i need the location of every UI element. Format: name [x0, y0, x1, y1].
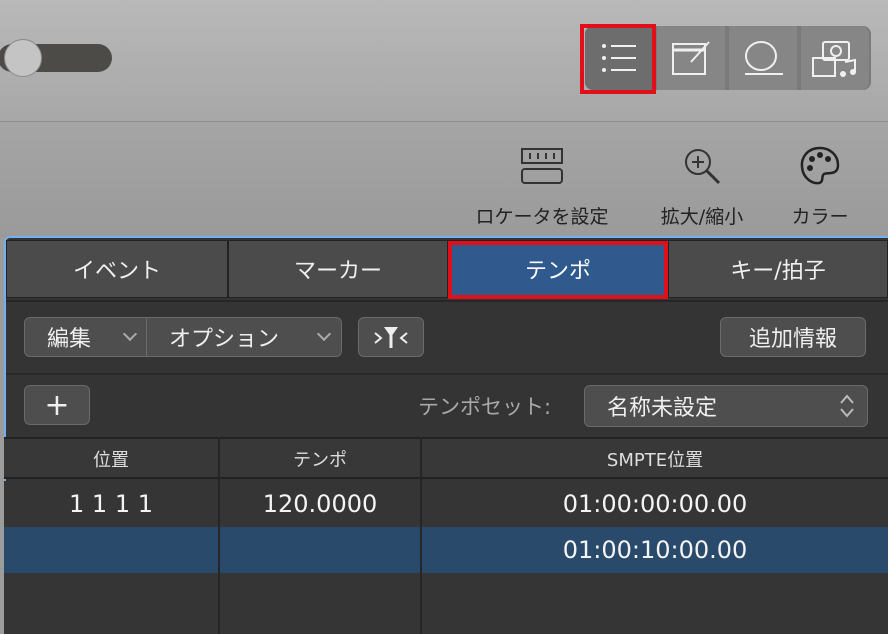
tab-key-signature[interactable]: キー/拍子 [668, 240, 888, 298]
loop-icon [745, 41, 783, 75]
table-row[interactable]: 1 1 1 1 120.0000 01:00:00:00.00 [4, 481, 888, 527]
chevron-down-icon [316, 326, 332, 342]
note-pad-button[interactable] [657, 26, 725, 90]
filter-button[interactable] [358, 317, 424, 357]
color-label: カラー [791, 206, 849, 228]
column-header-position[interactable]: 位置 [4, 439, 218, 479]
edit-menu-label: 編集 [47, 327, 92, 352]
cell-smpte[interactable]: 01:00:10:00.00 [422, 527, 888, 573]
editor-tabs: イベント マーカー テンポ キー/拍子 [6, 240, 888, 298]
zoom-icon [685, 149, 721, 185]
plus-icon: + [44, 387, 70, 423]
locator-icon [521, 148, 563, 184]
column-divider [420, 437, 422, 634]
filter-icon [374, 327, 408, 348]
highlight-tempo-tab [448, 241, 668, 299]
tempo-set-label: テンポセット: [418, 395, 552, 419]
cell-position[interactable]: 1 1 1 1 [4, 481, 218, 527]
tab-markers[interactable]: マーカー [228, 240, 448, 298]
divider [6, 373, 888, 375]
cell-position[interactable] [4, 527, 218, 573]
highlight-list-button [580, 24, 656, 94]
note-pad-icon [672, 41, 710, 75]
media-browser-button[interactable] [801, 26, 869, 90]
cell-tempo[interactable] [220, 527, 420, 573]
cell-smpte[interactable]: 01:00:00:00.00 [422, 481, 888, 527]
zoom-tool[interactable]: 拡大/縮小 [654, 140, 750, 229]
tab-events[interactable]: イベント [6, 240, 228, 298]
palette-icon [800, 146, 840, 185]
stepper-arrows-icon [840, 394, 854, 418]
tempo-list-table: 位置 テンポ SMPTE位置 1 1 1 1 120.0000 01:00:00… [4, 437, 888, 634]
column-divider [218, 437, 220, 634]
color-tool[interactable]: カラー [782, 140, 858, 229]
add-tempo-button[interactable]: + [24, 385, 90, 425]
options-menu[interactable]: オプション [146, 317, 342, 357]
tempo-set-select[interactable]: 名称未設定 [584, 385, 868, 427]
additional-info-button[interactable]: 追加情報 [720, 317, 866, 357]
cell-tempo[interactable]: 120.0000 [220, 481, 420, 527]
zoom-label: 拡大/縮小 [660, 206, 744, 228]
chevron-down-icon [122, 326, 138, 342]
loop-browser-button[interactable] [729, 26, 797, 90]
media-browser-icon [812, 41, 856, 77]
set-locators-label: ロケータを設定 [475, 206, 609, 228]
divider [6, 300, 888, 302]
empty-row-area [4, 573, 888, 634]
volume-slider-knob[interactable] [4, 39, 42, 77]
set-locators-tool[interactable]: ロケータを設定 [472, 140, 612, 229]
edit-menu[interactable]: 編集 [24, 317, 148, 357]
column-header-tempo[interactable]: テンポ [220, 439, 420, 479]
table-row-selected[interactable]: 01:00:10:00.00 [4, 527, 888, 573]
additional-info-label: 追加情報 [748, 327, 837, 352]
table-header: 位置 テンポ SMPTE位置 [4, 437, 888, 479]
tempo-set-value: 名称未設定 [607, 396, 718, 421]
editor-toolbar [0, 122, 888, 238]
options-menu-label: オプション [169, 327, 280, 352]
column-header-smpte[interactable]: SMPTE位置 [422, 439, 888, 479]
